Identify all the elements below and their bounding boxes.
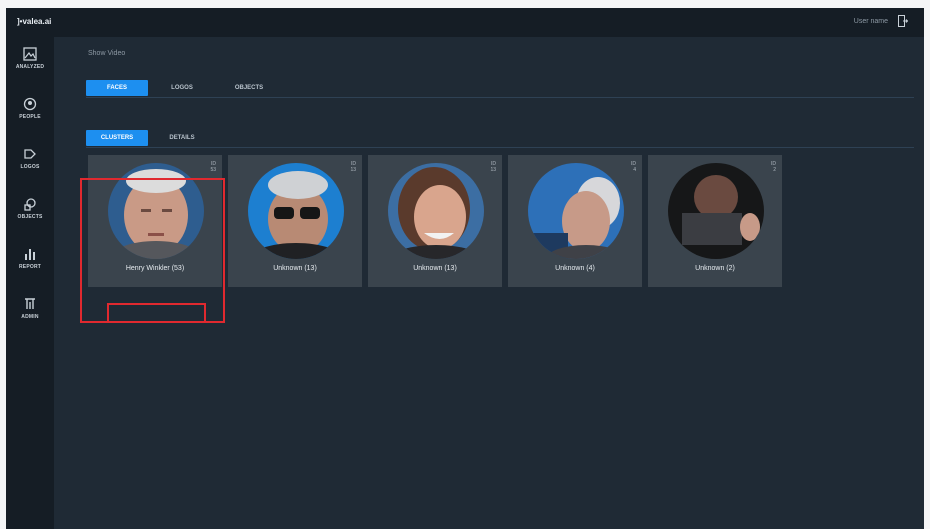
user-name[interactable]: User name	[854, 18, 888, 25]
label-highlight	[107, 303, 206, 323]
tag-icon	[24, 149, 36, 159]
sidebar-item-label: LOGOS	[20, 164, 40, 170]
sidebar-item-label: REPORT	[18, 264, 42, 270]
cluster-card[interactable]: ID 13 Unknown (13)	[368, 155, 502, 287]
cluster-label[interactable]: Unknown (13)	[228, 265, 362, 272]
sidebar: ANALYZED PEOPLE LOGOS OBJECTS REPORT ADM…	[6, 37, 54, 529]
tab-faces[interactable]: FACES	[86, 80, 148, 96]
cluster-card[interactable]: ID 2 Unknown (2)	[648, 155, 782, 287]
top-bar: ]•valea.ai User name	[6, 8, 924, 37]
sidebar-item-people[interactable]: PEOPLE	[6, 97, 54, 141]
tab-objects[interactable]: OBJECTS	[216, 80, 282, 96]
cluster-id: ID 13	[350, 161, 356, 173]
cluster-card[interactable]: ID 13 Unknown (13)	[228, 155, 362, 287]
objects-icon	[24, 198, 36, 211]
sidebar-item-report[interactable]: REPORT	[6, 247, 54, 291]
sidebar-item-label: OBJECTS	[17, 214, 43, 220]
admin-icon	[25, 298, 35, 309]
cluster-id: ID 53	[210, 161, 216, 173]
cluster-card[interactable]: ID 4 Unknown (4)	[508, 155, 642, 287]
tab-logos[interactable]: LOGOS	[152, 80, 212, 96]
cluster-label[interactable]: Unknown (13)	[368, 265, 502, 272]
bar-chart-icon	[25, 249, 35, 260]
face-thumbnail[interactable]	[388, 163, 484, 259]
sidebar-item-objects[interactable]: OBJECTS	[6, 197, 54, 241]
sidebar-item-admin[interactable]: ADMIN	[6, 297, 54, 341]
face-thumbnail[interactable]	[248, 163, 344, 259]
sidebar-item-label: ANALYZED	[15, 64, 45, 70]
face-icon	[23, 97, 37, 111]
sidebar-item-logos[interactable]: LOGOS	[6, 147, 54, 191]
sub-tabs: CLUSTERS DETAILS	[86, 127, 914, 148]
cluster-id: ID 13	[490, 161, 496, 173]
tab-details[interactable]: DETAILS	[152, 130, 212, 146]
selection-highlight	[80, 178, 225, 323]
page-title: Show Video	[88, 50, 126, 57]
main-tabs: FACES LOGOS OBJECTS	[86, 77, 914, 98]
cluster-id: ID 2	[771, 161, 776, 173]
logout-icon[interactable]	[898, 15, 908, 27]
cluster-id: ID 4	[631, 161, 636, 173]
image-icon	[23, 47, 37, 61]
app-logo[interactable]: ]•valea.ai	[17, 17, 51, 26]
sidebar-item-analyzed[interactable]: ANALYZED	[6, 47, 54, 91]
sidebar-item-label: ADMIN	[21, 314, 39, 320]
cluster-label[interactable]: Unknown (2)	[648, 265, 782, 272]
tab-clusters[interactable]: CLUSTERS	[86, 130, 148, 146]
app-window: ]•valea.ai User name ANALYZED PEOPLE LOG…	[6, 8, 924, 529]
sidebar-item-label: PEOPLE	[19, 114, 41, 120]
cluster-label[interactable]: Unknown (4)	[508, 265, 642, 272]
face-thumbnail[interactable]	[668, 163, 764, 259]
face-thumbnail[interactable]	[528, 163, 624, 259]
